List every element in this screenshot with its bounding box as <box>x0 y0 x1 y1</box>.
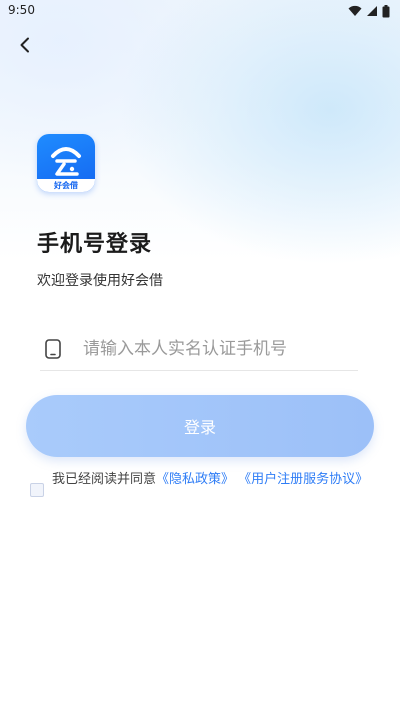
app-logo: 好会借 <box>37 134 95 192</box>
signal-icon <box>367 6 377 16</box>
login-button[interactable]: 登录 <box>26 395 374 457</box>
phone-icon <box>45 339 61 359</box>
battery-icon <box>382 4 390 17</box>
status-time: 9:50 <box>8 3 35 17</box>
app-logo-mark-icon <box>51 147 81 176</box>
privacy-policy-link[interactable]: 《隐私政策》 <box>156 472 234 487</box>
page-subtitle: 欢迎登录使用好会借 <box>37 273 163 289</box>
chevron-left-icon <box>20 37 29 53</box>
status-icons <box>348 4 390 18</box>
wifi-icon <box>348 5 362 16</box>
agreement-prefix: 我已经阅读并同意 <box>52 472 157 487</box>
back-button[interactable] <box>12 32 38 58</box>
status-bar: 9:50 <box>0 0 400 22</box>
terms-of-service-link[interactable]: 《用户注册服务协议》 <box>238 472 368 487</box>
phone-field-row <box>40 330 358 371</box>
app-logo-label: 好会借 <box>37 179 95 192</box>
phone-input[interactable] <box>83 334 353 364</box>
agreement-checkbox[interactable] <box>30 483 44 497</box>
page-title: 手机号登录 <box>37 232 153 257</box>
agreement-text: 我已经阅读并同意《隐私政策》 《用户注册服务协议》 <box>52 470 370 489</box>
